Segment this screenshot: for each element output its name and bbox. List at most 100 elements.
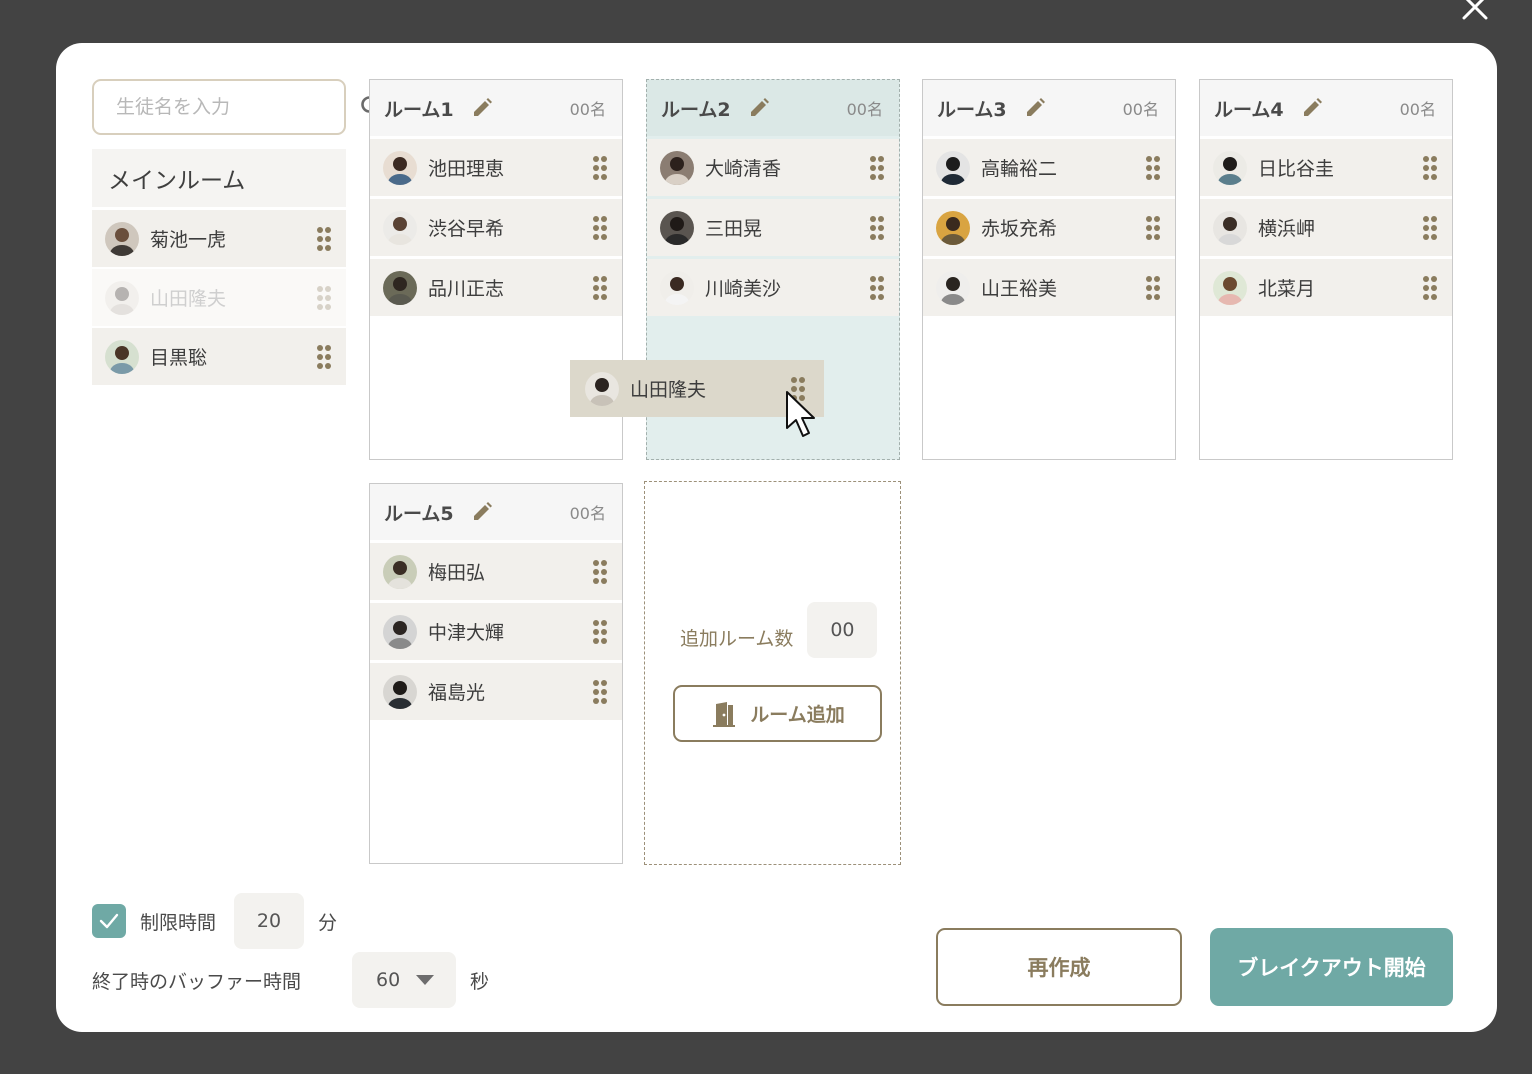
mouse-cursor-icon xyxy=(785,390,817,440)
drag-handle-icon[interactable] xyxy=(592,619,608,645)
buffer-time-label: 終了時のバッファー時間 xyxy=(92,970,302,993)
list-item[interactable]: 池田理恵 xyxy=(370,139,622,196)
room-title: ルーム4 xyxy=(1214,98,1284,121)
add-room-button-label: ルーム追加 xyxy=(750,704,845,726)
room-card-4: ルーム4 00名 日比谷圭 横浜岬 北菜月 xyxy=(1199,79,1453,460)
buffer-time-select[interactable]: 60 xyxy=(352,952,456,1008)
member-name: 渋谷早希 xyxy=(428,218,505,240)
list-item: 山田隆夫 xyxy=(92,269,346,326)
drag-handle-icon[interactable] xyxy=(592,275,608,301)
door-icon xyxy=(710,700,738,728)
list-item[interactable]: 三田晃 xyxy=(647,199,899,256)
list-item[interactable]: 北菜月 xyxy=(1200,259,1452,316)
member-name: 山田隆夫 xyxy=(630,379,707,401)
room-card-5: ルーム5 00名 梅田弘 中津大輝 福島光 xyxy=(369,483,623,864)
member-name: 山田隆夫 xyxy=(150,288,227,310)
list-item[interactable]: 福島光 xyxy=(370,663,622,720)
drag-handle-icon[interactable] xyxy=(1422,215,1438,241)
room-card-3: ルーム3 00名 高輪裕二 赤坂充希 山王裕美 xyxy=(922,79,1176,460)
avatar xyxy=(383,270,417,305)
avatar xyxy=(383,674,417,709)
list-item[interactable]: 横浜岬 xyxy=(1200,199,1452,256)
drag-handle-icon[interactable] xyxy=(592,155,608,181)
room-header: ルーム3 00名 xyxy=(923,80,1175,136)
pencil-icon[interactable] xyxy=(1023,96,1047,120)
member-name: 三田晃 xyxy=(705,218,763,240)
close-icon[interactable] xyxy=(1460,0,1490,22)
drag-handle-icon[interactable] xyxy=(592,679,608,705)
member-name: 北菜月 xyxy=(1258,278,1316,300)
recreate-button[interactable]: 再作成 xyxy=(936,928,1182,1006)
avatar xyxy=(936,150,970,185)
avatar xyxy=(585,371,619,406)
buffer-time-value: 60 xyxy=(376,969,401,991)
drag-handle-icon[interactable] xyxy=(592,215,608,241)
list-item[interactable]: 目黒聡 xyxy=(92,328,346,385)
room-title: ルーム2 xyxy=(661,98,731,121)
pencil-icon[interactable] xyxy=(1300,96,1324,120)
drag-handle-icon[interactable] xyxy=(869,155,885,181)
list-item[interactable]: 梅田弘 xyxy=(370,543,622,600)
pencil-icon[interactable] xyxy=(470,500,494,524)
avatar xyxy=(383,614,417,649)
avatar xyxy=(105,339,139,374)
time-limit-unit: 分 xyxy=(318,911,338,934)
room-count: 00名 xyxy=(1399,100,1436,119)
add-room-count-input[interactable] xyxy=(807,602,878,658)
chevron-down-icon xyxy=(416,975,435,985)
avatar xyxy=(936,270,970,305)
search-input[interactable] xyxy=(116,96,359,118)
drag-handle-icon[interactable] xyxy=(1422,155,1438,181)
start-breakout-button[interactable]: ブレイクアウト開始 xyxy=(1210,928,1453,1006)
member-name: 福島光 xyxy=(428,682,486,704)
time-limit-checkbox[interactable] xyxy=(92,904,126,938)
avatar xyxy=(105,280,139,315)
list-item[interactable]: 山王裕美 xyxy=(923,259,1175,316)
list-item[interactable]: 品川正志 xyxy=(370,259,622,316)
avatar xyxy=(660,150,694,185)
buffer-time-unit: 秒 xyxy=(470,970,490,993)
member-name: 川崎美沙 xyxy=(705,278,782,300)
room-count: 00名 xyxy=(846,100,883,119)
drag-handle-icon[interactable] xyxy=(1145,155,1161,181)
drag-handle-icon[interactable] xyxy=(1422,275,1438,301)
drag-handle-icon[interactable] xyxy=(1145,275,1161,301)
list-item[interactable]: 大崎清香 xyxy=(647,139,899,196)
avatar xyxy=(105,221,139,256)
avatar xyxy=(1213,210,1247,245)
member-name: 高輪裕二 xyxy=(981,158,1058,180)
list-item[interactable]: 菊池一虎 xyxy=(92,210,346,267)
avatar xyxy=(383,554,417,589)
member-name: 中津大輝 xyxy=(428,622,505,644)
list-item[interactable]: 赤坂充希 xyxy=(923,199,1175,256)
drag-handle-icon[interactable] xyxy=(869,215,885,241)
avatar xyxy=(660,210,694,245)
drag-handle-icon[interactable] xyxy=(592,559,608,585)
member-name: 菊池一虎 xyxy=(150,229,227,251)
list-item[interactable]: 川崎美沙 xyxy=(647,259,899,316)
drag-handle-icon[interactable] xyxy=(316,344,332,370)
drag-handle-icon[interactable] xyxy=(316,226,332,252)
room-title: ルーム1 xyxy=(384,98,454,121)
avatar xyxy=(383,210,417,245)
add-room-count-label: 追加ルーム数 xyxy=(680,627,794,650)
drag-handle-icon[interactable] xyxy=(1145,215,1161,241)
member-name: 目黒聡 xyxy=(150,347,208,369)
drag-handle-icon[interactable] xyxy=(869,275,885,301)
pencil-icon[interactable] xyxy=(470,96,494,120)
member-name: 日比谷圭 xyxy=(1258,158,1335,180)
room-count: 00名 xyxy=(1122,100,1159,119)
pencil-icon[interactable] xyxy=(747,96,771,120)
member-name: 池田理恵 xyxy=(428,158,505,180)
time-limit-input[interactable]: 20 xyxy=(234,893,305,949)
room-header: ルーム1 00名 xyxy=(370,80,622,136)
room-count: 00名 xyxy=(569,100,606,119)
list-item[interactable]: 渋谷早希 xyxy=(370,199,622,256)
list-item[interactable]: 日比谷圭 xyxy=(1200,139,1452,196)
avatar xyxy=(1213,270,1247,305)
member-name: 横浜岬 xyxy=(1258,218,1316,240)
add-room-button[interactable]: ルーム追加 xyxy=(673,685,882,742)
avatar xyxy=(936,210,970,245)
list-item[interactable]: 高輪裕二 xyxy=(923,139,1175,196)
list-item[interactable]: 中津大輝 xyxy=(370,603,622,660)
